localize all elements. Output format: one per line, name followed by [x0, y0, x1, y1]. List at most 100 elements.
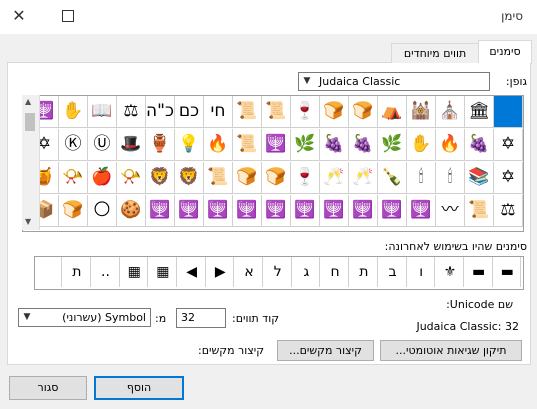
recent-symbol[interactable]: ג: [293, 257, 321, 287]
recent-symbol[interactable]: ב: [380, 257, 407, 287]
recent-symbol[interactable]: א: [236, 257, 263, 287]
symbol-cell[interactable]: 🌿: [291, 129, 320, 161]
symbol-cell[interactable]: 🍷: [291, 96, 320, 128]
symbol-cell[interactable]: 🔥: [204, 129, 233, 161]
symbol-cell[interactable]: 🕎: [262, 195, 291, 227]
recent-symbol[interactable]: ⚜: [437, 257, 464, 287]
recent-symbol[interactable]: ..: [93, 257, 120, 287]
symbol-cell[interactable]: [494, 96, 523, 128]
symbol-cell[interactable]: 🕎: [146, 195, 175, 227]
recent-symbol[interactable]: ▶: [207, 257, 235, 287]
symbol-cell[interactable]: 🕎: [262, 129, 291, 161]
symbol-cell[interactable]: 🕯: [436, 162, 465, 194]
symbol-cell[interactable]: 🕎: [320, 195, 349, 227]
tab-special-characters[interactable]: תווים מיוחדים: [391, 43, 479, 64]
symbol-cell[interactable]: 🕎: [175, 195, 204, 227]
grid-scrollbar[interactable]: ▲ ▼: [22, 95, 40, 230]
symbol-cell[interactable]: כ"ה: [146, 96, 175, 128]
symbol-cell[interactable]: 📜: [262, 96, 291, 128]
symbol-cell[interactable]: 🕎: [407, 195, 436, 227]
symbol-cell[interactable]: 📯: [59, 162, 88, 194]
scroll-up-icon[interactable]: ▲: [25, 97, 31, 106]
recent-symbol[interactable]: ▦: [150, 257, 177, 287]
close-button[interactable]: סגור: [9, 376, 87, 400]
symbol-cell[interactable]: 🍾: [378, 162, 407, 194]
recent-symbol[interactable]: ת: [64, 257, 91, 287]
insert-button[interactable]: הוסף: [94, 376, 184, 400]
shortcut-key-button[interactable]: קיצור מקשים...: [277, 340, 374, 361]
recent-symbol[interactable]: [35, 257, 63, 287]
symbol-cell[interactable]: 📯: [117, 162, 146, 194]
symbol-cell[interactable]: חי: [204, 96, 233, 128]
symbol-cell[interactable]: 🍎: [88, 162, 117, 194]
recent-label: סימנים שהיו בשימוש לאחרונה:: [384, 240, 527, 253]
symbol-cell[interactable]: 🍞: [320, 96, 349, 128]
close-icon[interactable]: ✕: [10, 6, 28, 26]
tab-symbols[interactable]: סימנים: [478, 40, 532, 64]
symbol-cell[interactable]: 📖: [88, 96, 117, 128]
symbol-cell[interactable]: 🏛: [465, 96, 494, 128]
symbol-cell[interactable]: 🕎: [291, 195, 320, 227]
symbol-cell[interactable]: ✋: [407, 129, 436, 161]
symbol-cell[interactable]: 🕎: [204, 195, 233, 227]
recent-symbol[interactable]: ▬: [494, 257, 522, 287]
symbol-cell[interactable]: 〰: [436, 195, 465, 227]
symbol-cell[interactable]: 🍞: [262, 162, 291, 194]
symbol-cell[interactable]: 🔥: [436, 129, 465, 161]
symbol-cell[interactable]: 📜: [204, 162, 233, 194]
char-code-label: קוד תווים:: [232, 312, 279, 325]
scroll-down-icon[interactable]: ▼: [25, 217, 31, 226]
recent-symbol[interactable]: ◀: [179, 257, 206, 287]
symbol-cell[interactable]: 🕎: [378, 195, 407, 227]
symbol-cell[interactable]: ✋: [59, 96, 88, 128]
symbol-cell[interactable]: 🍇: [465, 129, 494, 161]
maximize-icon[interactable]: [62, 10, 74, 22]
symbol-cell[interactable]: 💡: [175, 129, 204, 161]
symbol-cell[interactable]: 📜: [233, 96, 262, 128]
font-select[interactable]: ▼ Judaica Classic: [298, 72, 490, 91]
symbol-cell[interactable]: 🍇: [349, 129, 378, 161]
symbol-cell[interactable]: ✡: [494, 162, 523, 194]
recent-symbol[interactable]: ת: [351, 257, 378, 287]
symbol-cell[interactable]: 🕍: [407, 96, 436, 128]
symbol-cell[interactable]: ⛺: [378, 96, 407, 128]
symbol-cell[interactable]: 🍞: [349, 96, 378, 128]
symbol-cell[interactable]: 🕎: [349, 195, 378, 227]
symbol-cell[interactable]: 🌕: [88, 195, 117, 227]
symbol-cell[interactable]: 🎩: [117, 129, 146, 161]
recent-symbol[interactable]: ▬: [466, 257, 493, 287]
symbol-cell[interactable]: ⚖: [494, 195, 523, 227]
symbol-cell[interactable]: ✡: [494, 129, 523, 161]
recent-symbol[interactable]: ו: [408, 257, 436, 287]
symbol-cell[interactable]: 📚: [465, 162, 494, 194]
char-code-input[interactable]: 32: [176, 308, 226, 328]
symbol-cell[interactable]: 🍞: [233, 162, 262, 194]
symbol-cell[interactable]: 🌿: [378, 129, 407, 161]
symbol-cell[interactable]: 🥂: [349, 162, 378, 194]
recent-symbol[interactable]: ▦: [121, 257, 149, 287]
symbol-grid[interactable]: 🏛⛪🕍⛺🍞🍞🍷📜📜חיכםכ"ה⚖📖✋🕎🥂✡🍇🔥✋🌿🍇🍇🌿🕎📜🔥💡🏺🎩ⓊⓀ✡✡✡…: [22, 95, 524, 232]
symbol-cell[interactable]: 🥂: [320, 162, 349, 194]
symbol-cell[interactable]: כם: [175, 96, 204, 128]
symbol-cell[interactable]: 🍇: [320, 129, 349, 161]
symbol-cell[interactable]: 🍷: [291, 162, 320, 194]
symbol-cell[interactable]: 🕯: [407, 162, 436, 194]
symbol-cell[interactable]: 🕎: [233, 195, 262, 227]
symbol-cell[interactable]: 🦁: [175, 162, 204, 194]
symbol-cell[interactable]: ⚖: [117, 96, 146, 128]
symbol-cell[interactable]: Ⓤ: [88, 129, 117, 161]
recent-symbol[interactable]: ח: [322, 257, 350, 287]
autocorrect-button[interactable]: תיקון שגיאות אוטומטי...: [380, 340, 522, 361]
symbol-cell[interactable]: 🍪: [117, 195, 146, 227]
scroll-thumb[interactable]: [25, 113, 35, 131]
symbol-cell[interactable]: 📜: [233, 129, 262, 161]
symbol-cell[interactable]: 🍞: [59, 195, 88, 227]
from-select[interactable]: ▼ Symbol (עשרוני): [18, 308, 151, 327]
symbol-cell[interactable]: Ⓚ: [59, 129, 88, 161]
symbol-cell[interactable]: 🦁: [146, 162, 175, 194]
recent-symbols-strip[interactable]: ▬ ▬ ⚜ ו ב ת ח ג ל א ▶ ◀ ▦ ▦.. ת: [34, 256, 524, 290]
recent-symbol[interactable]: ל: [265, 257, 292, 287]
symbol-cell[interactable]: 🏺: [146, 129, 175, 161]
symbol-cell[interactable]: 📜: [465, 195, 494, 227]
symbol-cell[interactable]: ⛪: [436, 96, 465, 128]
